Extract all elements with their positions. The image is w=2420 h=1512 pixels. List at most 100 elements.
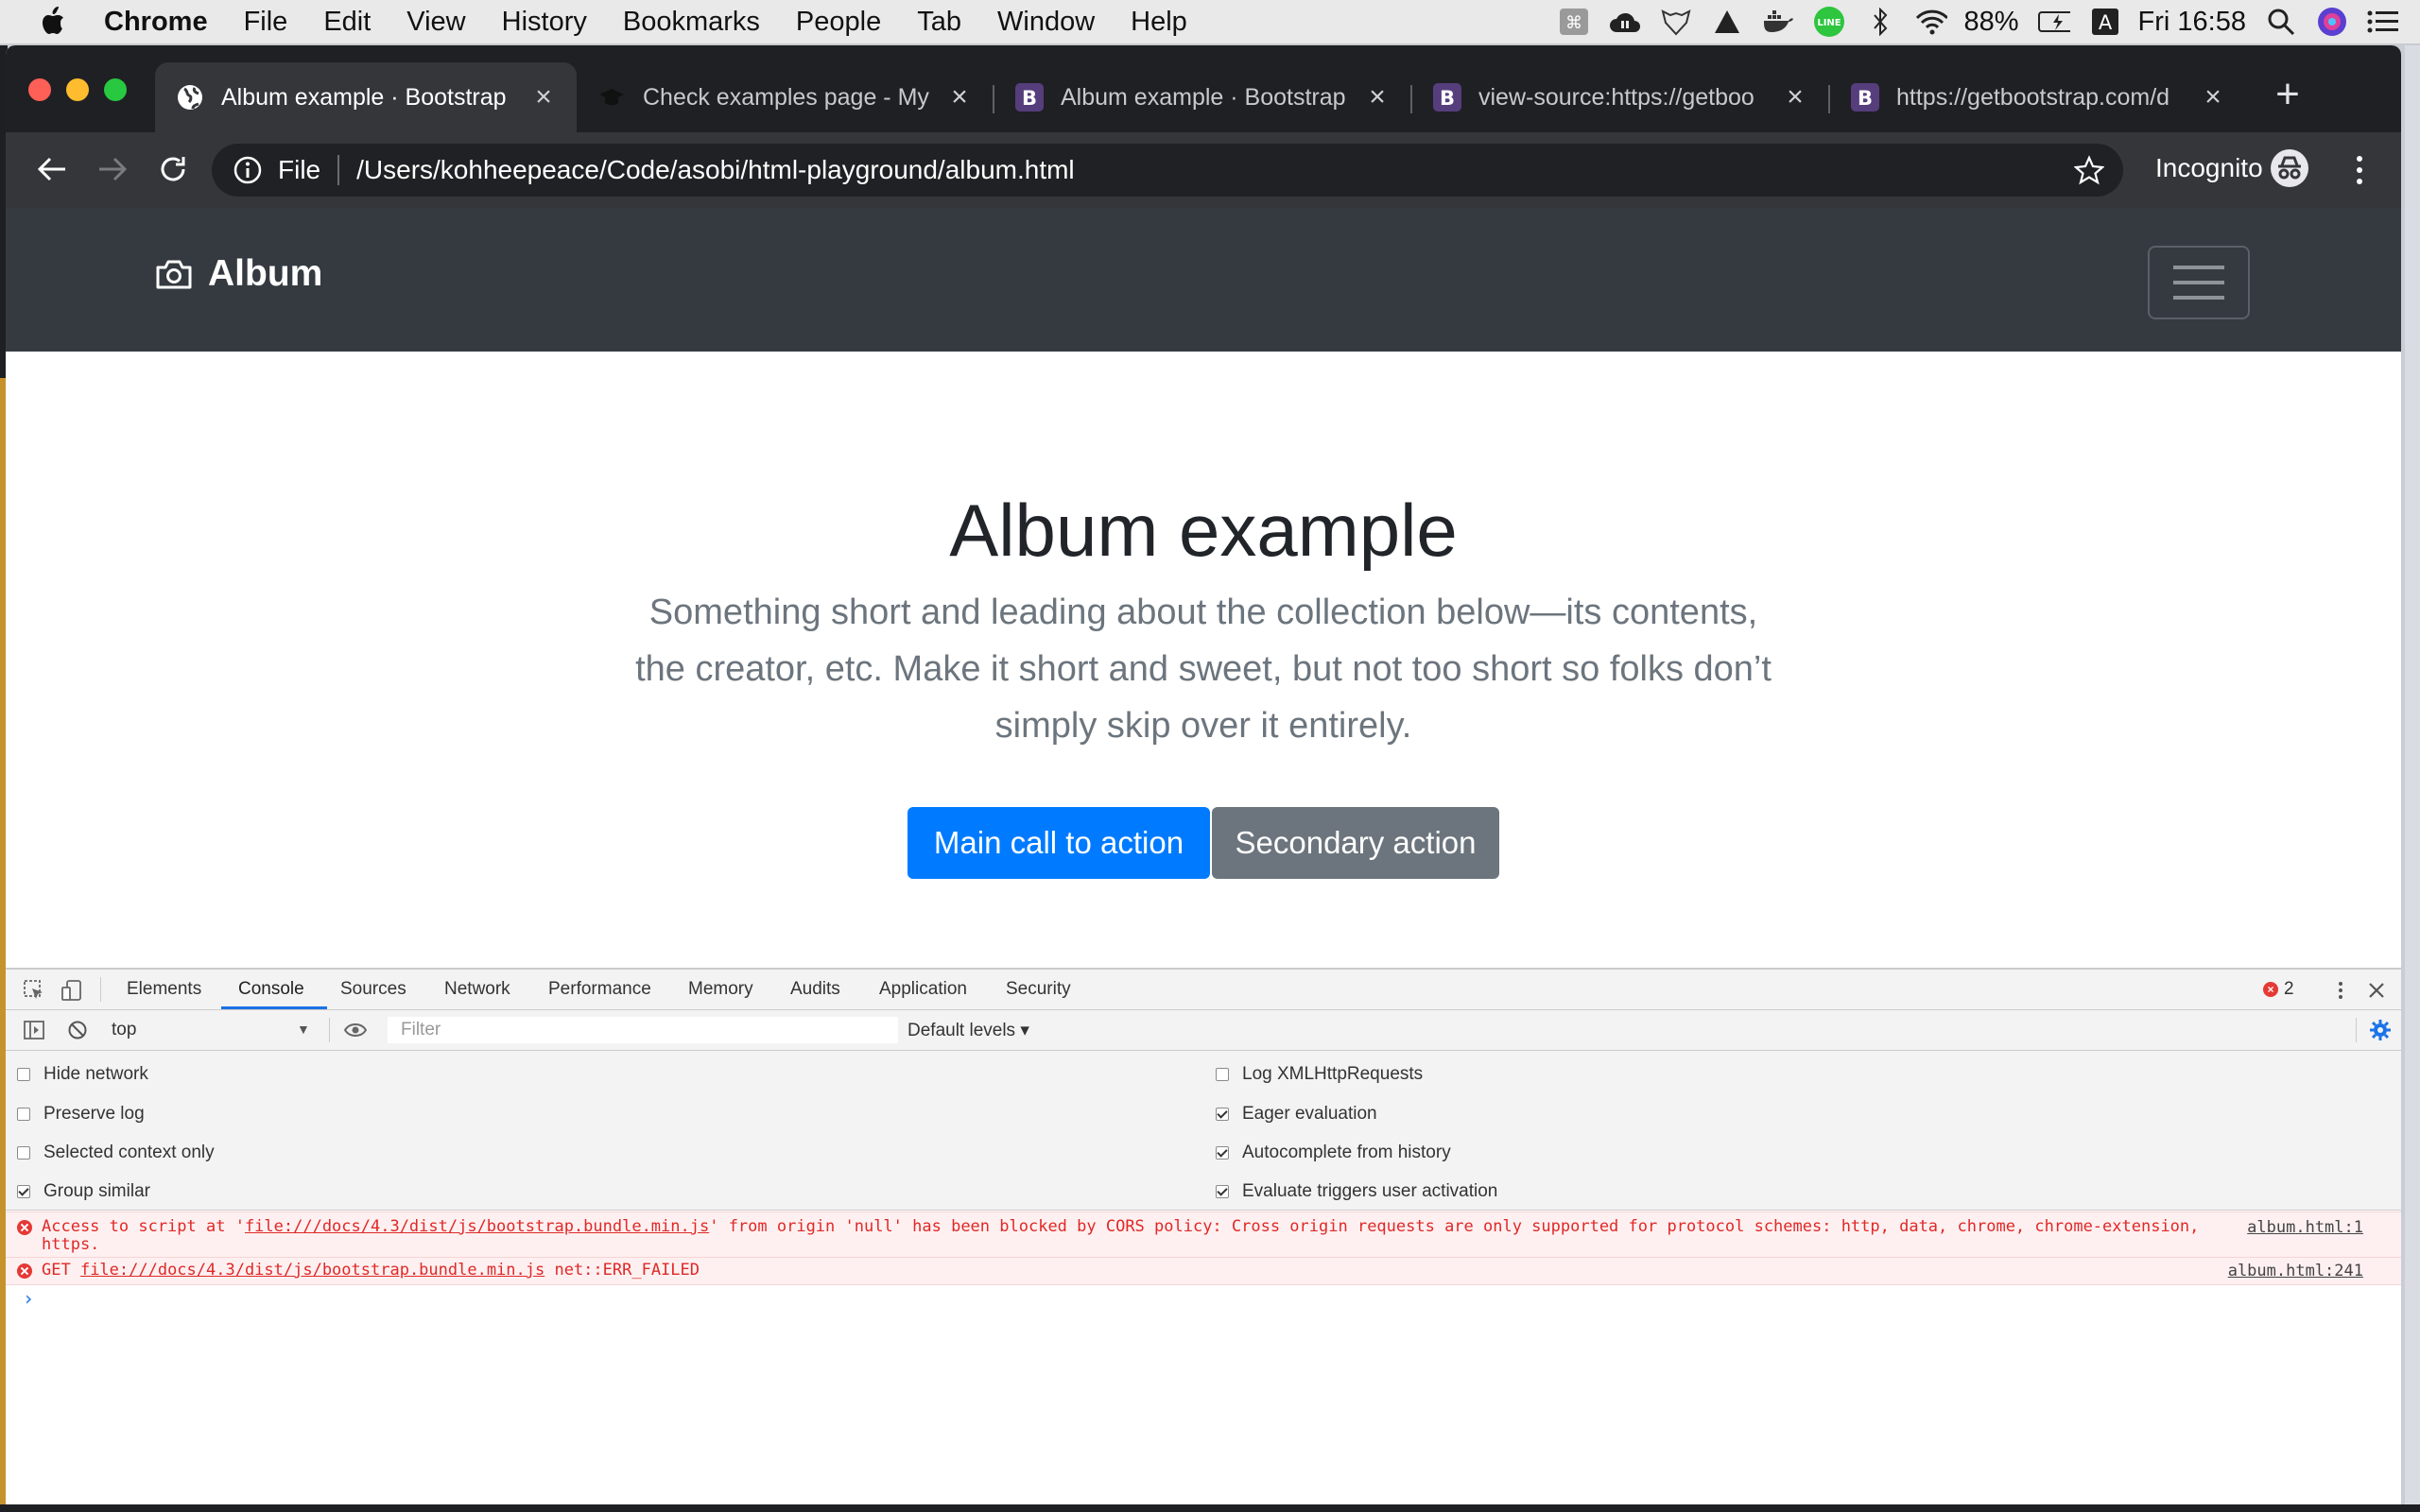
chrome-menu-icon[interactable] bbox=[2354, 153, 2365, 187]
console-filter-input[interactable]: Filter bbox=[388, 1017, 898, 1043]
menubar-clock[interactable]: Fri 16:58 bbox=[2138, 7, 2246, 38]
message-link[interactable]: file:///docs/4.3/dist/js/bootstrap.bundl… bbox=[80, 1261, 544, 1280]
apple-icon[interactable] bbox=[38, 6, 66, 38]
menu-help[interactable]: Help bbox=[1131, 7, 1187, 38]
tab-close-icon[interactable]: × bbox=[945, 83, 974, 112]
new-tab-button[interactable]: + bbox=[2267, 74, 2308, 115]
group-similar-checkbox[interactable]: Group similar bbox=[17, 1181, 150, 1202]
main-call-to-action-button[interactable]: Main call to action bbox=[908, 807, 1210, 879]
menu-bookmarks[interactable]: Bookmarks bbox=[623, 7, 760, 38]
console-prompt[interactable]: › bbox=[23, 1287, 34, 1310]
info-icon[interactable] bbox=[233, 155, 263, 185]
devtools-tab-security[interactable]: Security bbox=[1006, 979, 1071, 1000]
devtools-tab-console[interactable]: Console bbox=[238, 979, 304, 1000]
bluetooth-icon[interactable] bbox=[1864, 6, 1896, 38]
menu-view[interactable]: View bbox=[406, 7, 465, 38]
wifi-icon[interactable] bbox=[1915, 6, 1947, 38]
forward-button[interactable] bbox=[91, 147, 134, 191]
desktop-edge-bottom bbox=[0, 1504, 2420, 1512]
tab-album-example[interactable]: Album example · Bootstrap × bbox=[155, 62, 577, 132]
hide-network-checkbox[interactable]: Hide network bbox=[17, 1064, 148, 1085]
preserve-log-checkbox[interactable]: Preserve log bbox=[17, 1104, 145, 1125]
spotlight-search-icon[interactable] bbox=[2265, 6, 2297, 38]
show-sidebar-icon[interactable] bbox=[23, 1019, 45, 1041]
menu-tab[interactable]: Tab bbox=[917, 7, 961, 38]
tab-close-icon[interactable]: × bbox=[529, 83, 558, 112]
message-link[interactable]: file:///docs/4.3/dist/js/bootstrap.bundl… bbox=[245, 1217, 709, 1236]
console-settings-gear-icon[interactable] bbox=[2369, 1019, 2392, 1041]
error-count-badge[interactable]: × 2 bbox=[2263, 979, 2294, 1000]
inspect-element-icon[interactable] bbox=[23, 979, 45, 1002]
checkbox-box[interactable] bbox=[1216, 1108, 1229, 1121]
context-selector[interactable]: top bbox=[112, 1020, 316, 1040]
command-key-icon[interactable]: ⌘ bbox=[1558, 6, 1590, 38]
tab-check-examples[interactable]: Check examples page - My × bbox=[577, 62, 993, 132]
devtools-tab-performance[interactable]: Performance bbox=[548, 979, 651, 1000]
close-window-button[interactable] bbox=[28, 78, 51, 101]
devtools-tab-audits[interactable]: Audits bbox=[790, 979, 840, 1000]
devtools-tab-memory[interactable]: Memory bbox=[688, 979, 753, 1000]
reload-button[interactable] bbox=[151, 147, 195, 191]
tab-close-icon[interactable]: × bbox=[1363, 83, 1392, 112]
devtools-tab-network[interactable]: Network bbox=[444, 979, 510, 1000]
back-button[interactable] bbox=[30, 147, 74, 191]
incognito-icon[interactable] bbox=[2271, 149, 2308, 187]
devtools-tab-sources[interactable]: Sources bbox=[340, 979, 406, 1000]
checkbox-box[interactable] bbox=[17, 1146, 30, 1160]
selected-context-only-checkbox[interactable]: Selected context only bbox=[17, 1143, 215, 1163]
battery-icon[interactable] bbox=[2037, 6, 2070, 38]
url-text[interactable]: /Users/kohheepeace/Code/asobi/html-playg… bbox=[356, 155, 1075, 185]
menu-people[interactable]: People bbox=[796, 7, 881, 38]
live-expression-eye-icon[interactable] bbox=[344, 1019, 367, 1041]
checkbox-box[interactable] bbox=[1216, 1146, 1229, 1160]
checkbox-box[interactable] bbox=[17, 1185, 30, 1198]
svg-text:B: B bbox=[1440, 87, 1455, 110]
secondary-action-button[interactable]: Secondary action bbox=[1212, 807, 1499, 879]
tab-album-example-2[interactable]: B Album example · Bootstrap × bbox=[994, 62, 1410, 132]
menu-history[interactable]: History bbox=[502, 7, 587, 38]
menu-edit[interactable]: Edit bbox=[323, 7, 371, 38]
minimize-window-button[interactable] bbox=[66, 78, 89, 101]
docker-icon[interactable] bbox=[1762, 6, 1794, 38]
evaluate-triggers-user-activation-checkbox[interactable]: Evaluate triggers user activation bbox=[1216, 1181, 1497, 1202]
menu-window[interactable]: Window bbox=[997, 7, 1095, 38]
menu-file[interactable]: File bbox=[244, 7, 288, 38]
checkbox-box[interactable] bbox=[1216, 1185, 1229, 1198]
devtools-menu-icon[interactable] bbox=[2329, 979, 2352, 1002]
tab-close-icon[interactable]: × bbox=[2199, 83, 2227, 112]
autocomplete-from-history-checkbox[interactable]: Autocomplete from history bbox=[1216, 1143, 1451, 1163]
zoom-window-button[interactable] bbox=[104, 78, 127, 101]
fox-icon[interactable] bbox=[1660, 6, 1692, 38]
drive-icon[interactable] bbox=[1711, 6, 1743, 38]
site-brand[interactable]: Album bbox=[155, 253, 322, 295]
cloud-icon[interactable] bbox=[1609, 6, 1641, 38]
menu-app-name[interactable]: Chrome bbox=[104, 7, 208, 38]
devtools-tab-application[interactable]: Application bbox=[879, 979, 967, 1000]
chevron-down-icon[interactable]: ▼ bbox=[297, 1022, 310, 1037]
input-source-icon[interactable]: A bbox=[2089, 6, 2121, 38]
log-xmlhttprequests-checkbox[interactable]: Log XMLHttpRequests bbox=[1216, 1064, 1423, 1085]
siri-icon[interactable] bbox=[2316, 6, 2348, 38]
clear-console-icon[interactable] bbox=[66, 1019, 89, 1041]
checkbox-box[interactable] bbox=[1216, 1068, 1229, 1081]
message-source-link[interactable]: album.html:241 bbox=[2228, 1262, 2363, 1280]
line-icon[interactable]: LINE bbox=[1813, 6, 1845, 38]
log-levels-dropdown[interactable]: Default levels ▾ bbox=[908, 1020, 1029, 1041]
tab-close-icon[interactable]: × bbox=[1781, 83, 1809, 112]
browser-toolbar: File /Users/kohheepeace/Code/asobi/html-… bbox=[6, 132, 2401, 208]
checkbox-box[interactable] bbox=[17, 1068, 30, 1081]
device-toolbar-icon[interactable] bbox=[60, 979, 83, 1002]
navbar-toggler-button[interactable] bbox=[2148, 246, 2250, 319]
message-source-link[interactable]: album.html:1 bbox=[2247, 1218, 2363, 1237]
eager-evaluation-checkbox[interactable]: Eager evaluation bbox=[1216, 1104, 1377, 1125]
tab-view-source[interactable]: B view-source:https://getboo × bbox=[1412, 62, 1828, 132]
tab-getbootstrap[interactable]: B https://getbootstrap.com/d × bbox=[1830, 62, 2246, 132]
checkbox-label: Eager evaluation bbox=[1242, 1104, 1377, 1124]
close-devtools-icon[interactable] bbox=[2365, 979, 2388, 1002]
devtools-tab-elements[interactable]: Elements bbox=[127, 979, 201, 1000]
incognito-label[interactable]: Incognito bbox=[2155, 153, 2263, 183]
bookmark-star-icon[interactable] bbox=[2074, 155, 2104, 185]
address-bar[interactable]: File /Users/kohheepeace/Code/asobi/html-… bbox=[212, 144, 2123, 197]
checkbox-box[interactable] bbox=[17, 1108, 30, 1121]
notification-center-icon[interactable] bbox=[2367, 6, 2399, 38]
